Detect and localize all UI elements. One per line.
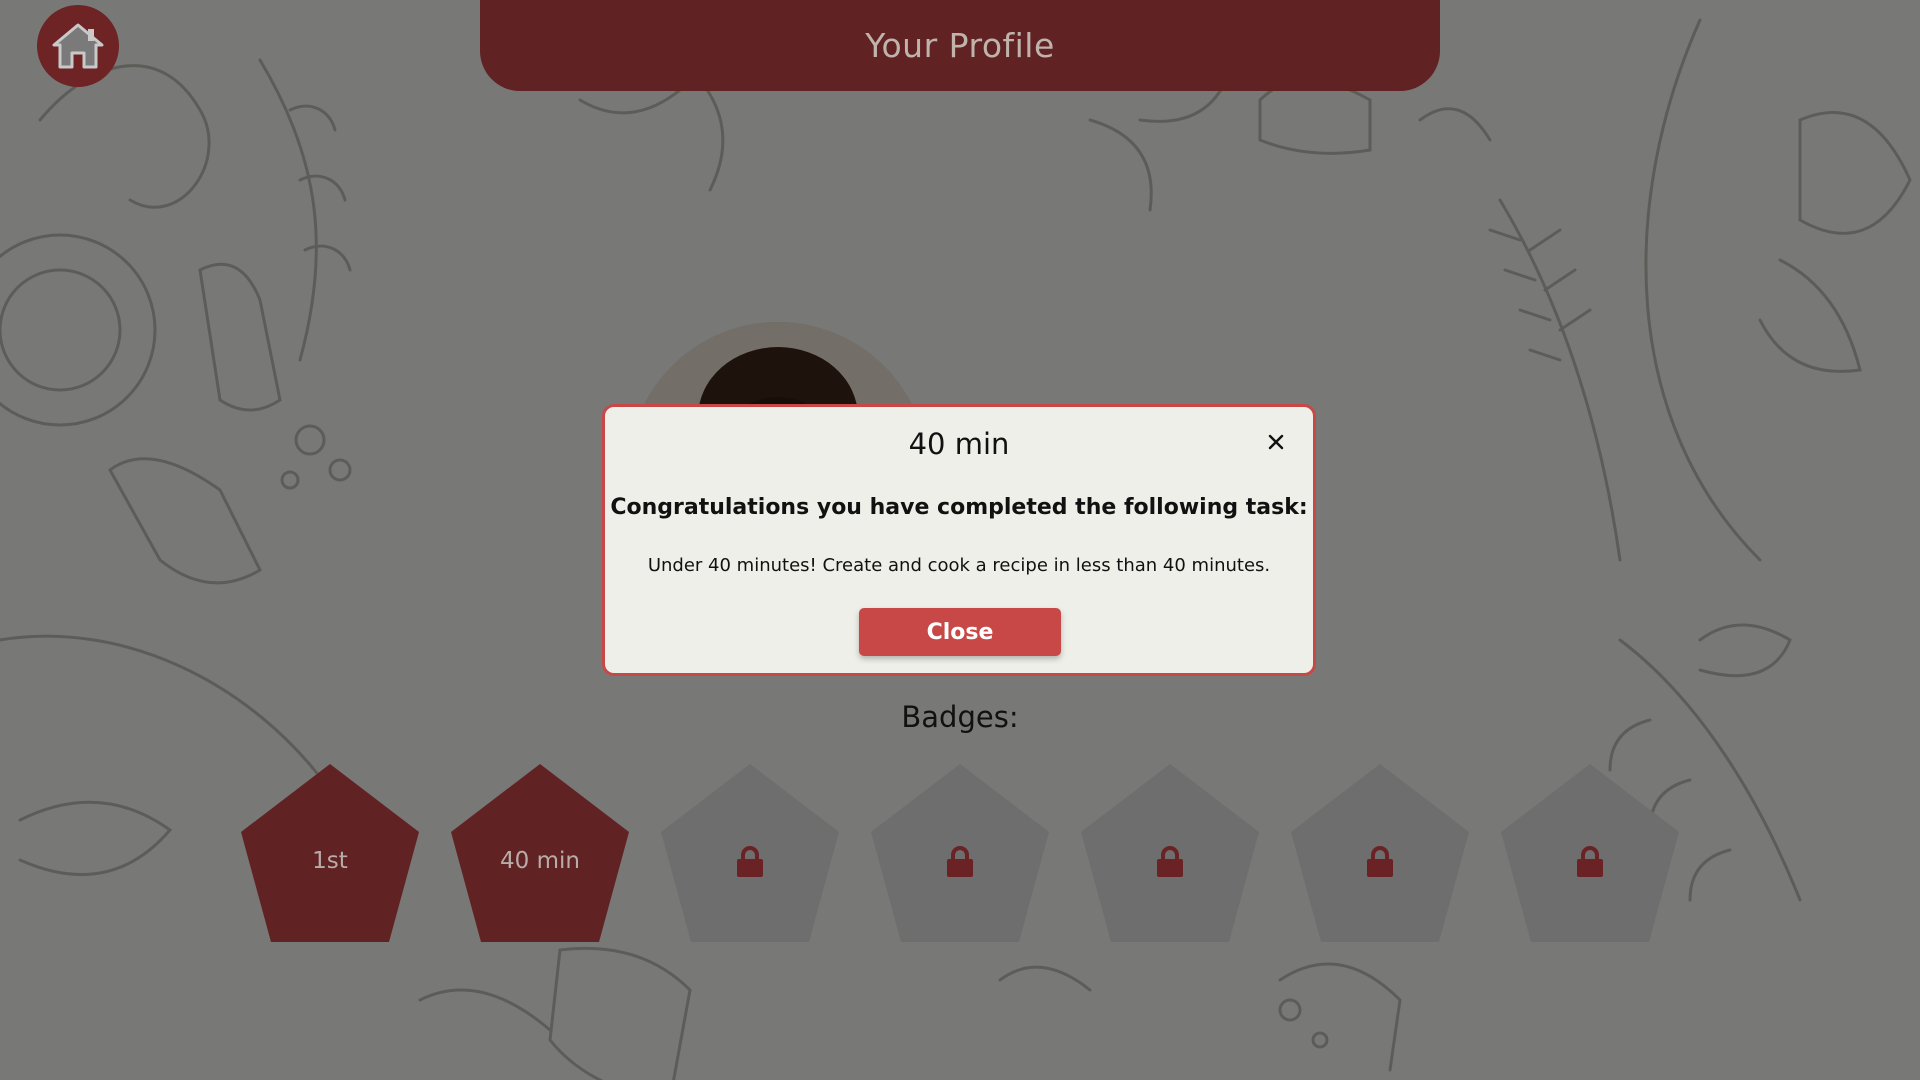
badges-heading: Badges: xyxy=(901,700,1019,734)
lock-icon xyxy=(1157,846,1183,877)
lock-icon xyxy=(737,846,763,877)
page-header: Your Profile xyxy=(480,0,1440,91)
badge-1st[interactable]: 1st xyxy=(241,764,419,942)
badge-locked[interactable] xyxy=(1291,764,1469,942)
page-title: Your Profile xyxy=(865,26,1055,65)
badge-unlocked-modal: 40 min Congratulations you have complete… xyxy=(602,404,1316,676)
modal-title: 40 min xyxy=(908,427,1010,461)
badge-locked[interactable] xyxy=(661,764,839,942)
close-icon-glyph xyxy=(1268,434,1284,450)
home-icon xyxy=(52,23,104,69)
lock-icon xyxy=(1577,846,1603,877)
lock-icon xyxy=(947,846,973,877)
close-button[interactable]: Close xyxy=(859,608,1061,656)
badge-40-min[interactable]: 40 min xyxy=(451,764,629,942)
home-button[interactable] xyxy=(37,5,119,87)
modal-heading: Congratulations you have completed the f… xyxy=(610,495,1308,520)
badge-locked[interactable] xyxy=(1081,764,1259,942)
modal-task-description: Under 40 minutes! Create and cook a reci… xyxy=(647,555,1271,576)
lock-icon xyxy=(1367,846,1393,877)
badge-locked[interactable] xyxy=(871,764,1049,942)
profile-page: Your Profile Badges: 1st 40 min 40 min C… xyxy=(0,0,1920,1080)
close-icon[interactable] xyxy=(1261,427,1291,457)
badge-label: 40 min xyxy=(500,848,580,874)
badge-locked[interactable] xyxy=(1501,764,1679,942)
badge-label: 1st xyxy=(312,848,348,874)
